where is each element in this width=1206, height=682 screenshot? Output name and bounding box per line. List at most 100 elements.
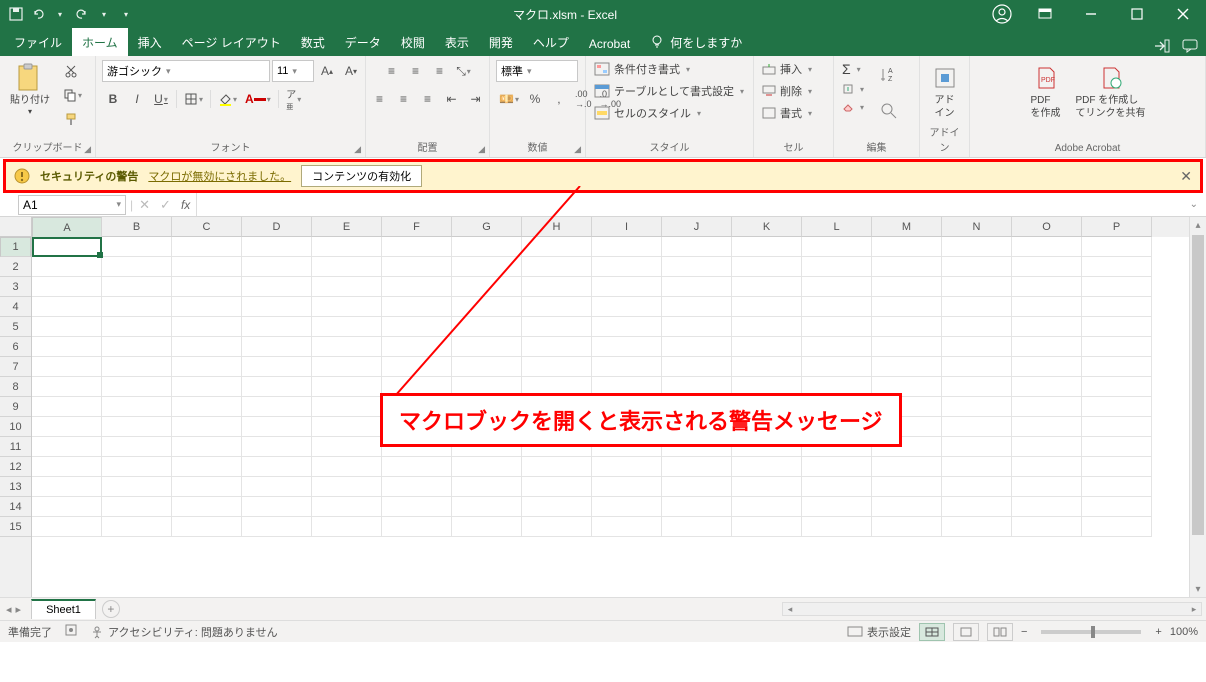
cell[interactable] — [452, 457, 522, 477]
horizontal-scrollbar[interactable]: ◂ ▸ — [782, 602, 1202, 616]
format-cells-button[interactable]: 書式▾ — [760, 104, 814, 122]
cell[interactable] — [452, 417, 522, 437]
cell[interactable] — [452, 517, 522, 537]
undo-icon[interactable] — [30, 6, 46, 22]
row-header[interactable]: 3 — [0, 277, 31, 297]
cell[interactable] — [32, 417, 102, 437]
cell[interactable] — [1082, 357, 1152, 377]
cell[interactable] — [382, 357, 452, 377]
cell[interactable] — [732, 497, 802, 517]
cell[interactable] — [172, 337, 242, 357]
row-header[interactable]: 8 — [0, 377, 31, 397]
name-box[interactable]: A1▾ — [18, 195, 126, 215]
cell[interactable] — [102, 497, 172, 517]
maximize-icon[interactable] — [1114, 0, 1160, 28]
cell[interactable] — [242, 417, 312, 437]
cell[interactable] — [172, 357, 242, 377]
accessibility-status[interactable]: アクセシビリティ: 問題ありません — [90, 624, 278, 640]
cell[interactable] — [32, 337, 102, 357]
account-icon[interactable] — [988, 0, 1016, 28]
cell[interactable] — [382, 517, 452, 537]
redo-icon[interactable] — [74, 6, 90, 22]
cell[interactable] — [312, 257, 382, 277]
cell[interactable] — [172, 237, 242, 257]
cell[interactable] — [592, 457, 662, 477]
cell[interactable] — [172, 317, 242, 337]
cell[interactable] — [172, 437, 242, 457]
underline-button[interactable]: U▾ — [150, 88, 172, 110]
number-format-select[interactable]: 標準▾ — [496, 60, 578, 82]
zoom-in-icon[interactable]: + — [1155, 626, 1161, 638]
cell[interactable] — [662, 377, 732, 397]
sheet-tab[interactable]: Sheet1 — [31, 599, 96, 619]
cell[interactable] — [662, 437, 732, 457]
cell[interactable] — [242, 337, 312, 357]
cell[interactable] — [802, 477, 872, 497]
cell[interactable] — [872, 337, 942, 357]
align-center-icon[interactable]: ≡ — [393, 88, 415, 110]
cell[interactable] — [312, 497, 382, 517]
cell[interactable] — [1082, 317, 1152, 337]
comments-icon[interactable] — [1182, 39, 1198, 56]
cell[interactable] — [242, 457, 312, 477]
cell[interactable] — [32, 517, 102, 537]
cell[interactable] — [312, 397, 382, 417]
cell[interactable] — [312, 477, 382, 497]
cell[interactable] — [662, 277, 732, 297]
cell[interactable] — [942, 457, 1012, 477]
cell[interactable] — [872, 417, 942, 437]
cell[interactable] — [242, 397, 312, 417]
cell[interactable] — [942, 357, 1012, 377]
cell[interactable] — [522, 477, 592, 497]
cell[interactable] — [452, 357, 522, 377]
cell[interactable] — [382, 337, 452, 357]
decrease-indent-icon[interactable]: ⇤ — [441, 88, 463, 110]
cell[interactable] — [1012, 397, 1082, 417]
cell[interactable] — [102, 337, 172, 357]
cell[interactable] — [452, 437, 522, 457]
cell[interactable] — [1082, 497, 1152, 517]
cell[interactable] — [522, 257, 592, 277]
ribbon-display-options-icon[interactable] — [1022, 0, 1068, 28]
cell[interactable] — [872, 397, 942, 417]
column-header[interactable]: E — [312, 217, 382, 237]
column-header[interactable]: O — [1012, 217, 1082, 237]
cell[interactable] — [592, 297, 662, 317]
cell[interactable] — [102, 377, 172, 397]
cell[interactable] — [592, 337, 662, 357]
row-header[interactable]: 13 — [0, 477, 31, 497]
cell[interactable] — [1082, 277, 1152, 297]
display-settings-button[interactable]: 表示設定 — [847, 624, 911, 640]
cell[interactable] — [452, 257, 522, 277]
cell[interactable] — [522, 317, 592, 337]
cell[interactable] — [1012, 497, 1082, 517]
cell[interactable] — [102, 417, 172, 437]
cell[interactable] — [522, 337, 592, 357]
cell[interactable] — [732, 457, 802, 477]
cell[interactable] — [1012, 517, 1082, 537]
cell[interactable] — [662, 297, 732, 317]
cell[interactable] — [592, 317, 662, 337]
tab-view[interactable]: 表示 — [435, 28, 479, 56]
clear-button[interactable]: ▾ — [840, 100, 866, 114]
cell[interactable] — [802, 237, 872, 257]
cell[interactable] — [662, 237, 732, 257]
cell[interactable] — [522, 457, 592, 477]
new-sheet-icon[interactable]: + — [102, 600, 120, 618]
row-header[interactable]: 6 — [0, 337, 31, 357]
row-header[interactable]: 15 — [0, 517, 31, 537]
cell[interactable] — [872, 277, 942, 297]
cell[interactable] — [242, 437, 312, 457]
security-warning-message[interactable]: マクロが無効にされました。 — [148, 168, 291, 184]
fx-icon[interactable]: fx — [181, 198, 190, 212]
worksheet-grid[interactable]: 123456789101112131415 ABCDEFGHIJKLMNOP ▴… — [0, 217, 1206, 597]
cell[interactable] — [732, 317, 802, 337]
cell[interactable] — [872, 317, 942, 337]
cell[interactable] — [1012, 377, 1082, 397]
cell[interactable] — [662, 397, 732, 417]
cell[interactable] — [662, 497, 732, 517]
cell[interactable] — [172, 517, 242, 537]
align-bottom-icon[interactable]: ≡ — [429, 60, 451, 82]
tab-page-layout[interactable]: ページ レイアウト — [172, 28, 291, 56]
cell[interactable] — [242, 297, 312, 317]
